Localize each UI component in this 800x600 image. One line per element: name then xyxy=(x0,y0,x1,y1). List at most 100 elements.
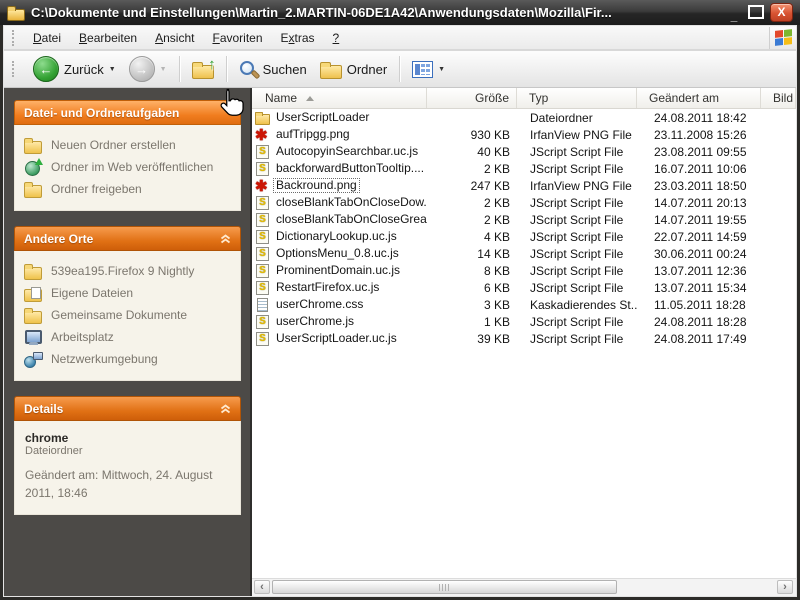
place-item[interactable]: Netzwerkumgebung xyxy=(24,348,234,370)
file-name: backforwardButtonTooltip.... xyxy=(273,161,427,176)
back-dropdown-caret-icon[interactable]: ▼ xyxy=(109,66,116,73)
forward-button[interactable]: → ▼ xyxy=(125,54,171,84)
places-panel: Andere Orte 539ea195.Firefox 9 Nightly xyxy=(14,226,241,381)
close-button[interactable]: X xyxy=(770,3,793,22)
file-row[interactable]: UserScriptLoader.uc.js 39 KB JScript Scr… xyxy=(252,330,796,347)
views-grid-icon xyxy=(412,61,433,78)
menubar-grip[interactable] xyxy=(12,30,17,46)
details-item-type: Dateiordner xyxy=(25,445,232,457)
task-item[interactable]: Ordner im Web veröffentlichen xyxy=(24,156,234,178)
file-type-icon xyxy=(255,332,270,346)
up-button[interactable]: ↑ xyxy=(188,59,218,80)
views-dropdown-caret-icon[interactable]: ▼ xyxy=(438,66,445,73)
back-label: Zurück xyxy=(64,62,104,77)
file-modified: 23.08.2011 09:55 xyxy=(637,145,761,159)
file-row[interactable]: ProminentDomain.uc.js 8 KB JScript Scrip… xyxy=(252,262,796,279)
file-list-pane: Name Größe Typ Geändert am Bild User xyxy=(252,88,796,596)
toolbar-grip[interactable] xyxy=(12,61,17,77)
task-icon xyxy=(24,137,43,153)
menu-item[interactable]: Ansicht xyxy=(146,28,203,48)
details-item-name: chrome xyxy=(25,431,232,445)
file-modified: 24.08.2011 17:49 xyxy=(637,332,761,346)
file-row[interactable]: Backround.png 247 KB IrfanView PNG File … xyxy=(252,177,796,194)
horizontal-scrollbar[interactable]: ‹ › xyxy=(252,578,796,596)
file-type: JScript Script File xyxy=(517,196,637,210)
place-icon xyxy=(24,285,43,301)
place-item[interactable]: 539ea195.Firefox 9 Nightly xyxy=(24,260,234,282)
file-row[interactable]: aufTripgg.png 930 KB IrfanView PNG File … xyxy=(252,126,796,143)
file-row[interactable]: AutocopyinSearchbar.uc.js 40 KB JScript … xyxy=(252,143,796,160)
task-item[interactable]: Neuen Ordner erstellen xyxy=(24,134,234,156)
place-item[interactable]: Eigene Dateien xyxy=(24,282,234,304)
file-name: userChrome.css xyxy=(273,297,366,312)
column-header-name[interactable]: Name xyxy=(252,88,427,108)
menu-item[interactable]: Extras xyxy=(272,28,324,48)
file-row[interactable]: OptionsMenu_0.8.uc.js 14 KB JScript Scri… xyxy=(252,245,796,262)
file-type: JScript Script File xyxy=(517,145,637,159)
sort-ascending-icon xyxy=(306,96,314,101)
details-item-modified: Geändert am: Mittwoch, 24. August 2011, … xyxy=(25,466,232,502)
file-type: Dateiordner xyxy=(517,111,637,125)
file-row[interactable]: userChrome.js 1 KB JScript Script File 2… xyxy=(252,313,796,330)
file-name: AutocopyinSearchbar.uc.js xyxy=(273,144,421,159)
menu-item[interactable]: Datei xyxy=(24,28,70,48)
title-bar[interactable]: C:\Dokumente und Einstellungen\Martin_2.… xyxy=(0,0,800,25)
collapse-chevron-icon[interactable] xyxy=(220,234,231,244)
file-type: Kaskadierendes St... xyxy=(517,298,637,312)
column-header-extra[interactable]: Bild xyxy=(761,88,796,108)
file-type-icon xyxy=(255,247,270,261)
place-item[interactable]: Arbeitsplatz xyxy=(24,326,234,348)
tasks-panel-header[interactable]: Datei- und Ordneraufgaben xyxy=(14,100,241,125)
file-name: UserScriptLoader.uc.js xyxy=(273,331,400,346)
file-size: 39 KB xyxy=(427,332,517,346)
file-row[interactable]: userChrome.css 3 KB Kaskadierendes St...… xyxy=(252,296,796,313)
place-item[interactable]: Gemeinsame Dokumente xyxy=(24,304,234,326)
column-header-type[interactable]: Typ xyxy=(517,88,637,108)
file-name: aufTripgg.png xyxy=(273,127,353,142)
minimize-button[interactable]: _ xyxy=(726,5,742,21)
menu-item[interactable]: Favoriten xyxy=(203,28,271,48)
file-type-icon xyxy=(255,315,270,329)
task-item[interactable]: Ordner freigeben xyxy=(24,178,234,200)
file-row[interactable]: backforwardButtonTooltip.... 2 KB JScrip… xyxy=(252,160,796,177)
folders-button[interactable]: Ordner xyxy=(316,59,391,80)
file-row[interactable]: closeBlankTabOnCloseDow... 2 KB JScript … xyxy=(252,194,796,211)
file-type-icon xyxy=(255,298,270,312)
file-name: OptionsMenu_0.8.uc.js xyxy=(273,246,402,261)
back-button[interactable]: ← Zurück ▼ xyxy=(29,54,120,84)
file-modified: 24.08.2011 18:42 xyxy=(637,111,761,125)
file-type: JScript Script File xyxy=(517,281,637,295)
folders-icon xyxy=(320,61,342,78)
places-panel-title: Andere Orte xyxy=(24,232,93,246)
file-row[interactable]: UserScriptLoader Dateiordner 24.08.2011 … xyxy=(252,109,796,126)
file-size: 1 KB xyxy=(427,315,517,329)
column-header-size[interactable]: Größe xyxy=(427,88,517,108)
maximize-button[interactable] xyxy=(748,5,764,19)
menu-item[interactable]: ? xyxy=(324,28,349,48)
scrollbar-thumb[interactable] xyxy=(272,580,617,594)
file-row[interactable]: RestartFirefox.uc.js 6 KB JScript Script… xyxy=(252,279,796,296)
file-modified: 13.07.2011 15:34 xyxy=(637,281,761,295)
place-label: Eigene Dateien xyxy=(51,286,133,300)
column-header-modified[interactable]: Geändert am xyxy=(637,88,761,108)
collapse-chevron-icon[interactable] xyxy=(220,404,231,414)
scroll-right-icon[interactable]: › xyxy=(777,580,793,594)
details-panel-header[interactable]: Details xyxy=(14,396,241,421)
search-button[interactable]: Suchen xyxy=(235,58,311,81)
views-button[interactable]: ▼ xyxy=(408,59,449,80)
back-arrow-icon: ← xyxy=(33,56,59,82)
places-panel-header[interactable]: Andere Orte xyxy=(14,226,241,251)
toolbar-separator xyxy=(399,56,400,82)
file-type: JScript Script File xyxy=(517,247,637,261)
details-panel-title: Details xyxy=(24,402,63,416)
scroll-left-icon[interactable]: ‹ xyxy=(254,580,270,594)
forward-dropdown-caret-icon[interactable]: ▼ xyxy=(160,66,167,73)
file-name: RestartFirefox.uc.js xyxy=(273,280,382,295)
file-type: IrfanView PNG File xyxy=(517,179,637,193)
menu-item[interactable]: Bearbeiten xyxy=(70,28,146,48)
file-row[interactable]: DictionaryLookup.uc.js 4 KB JScript Scri… xyxy=(252,228,796,245)
file-row[interactable]: closeBlankTabOnCloseGrea... 2 KB JScript… xyxy=(252,211,796,228)
file-size: 2 KB xyxy=(427,196,517,210)
file-type: JScript Script File xyxy=(517,332,637,346)
place-label: Arbeitsplatz xyxy=(51,330,114,344)
